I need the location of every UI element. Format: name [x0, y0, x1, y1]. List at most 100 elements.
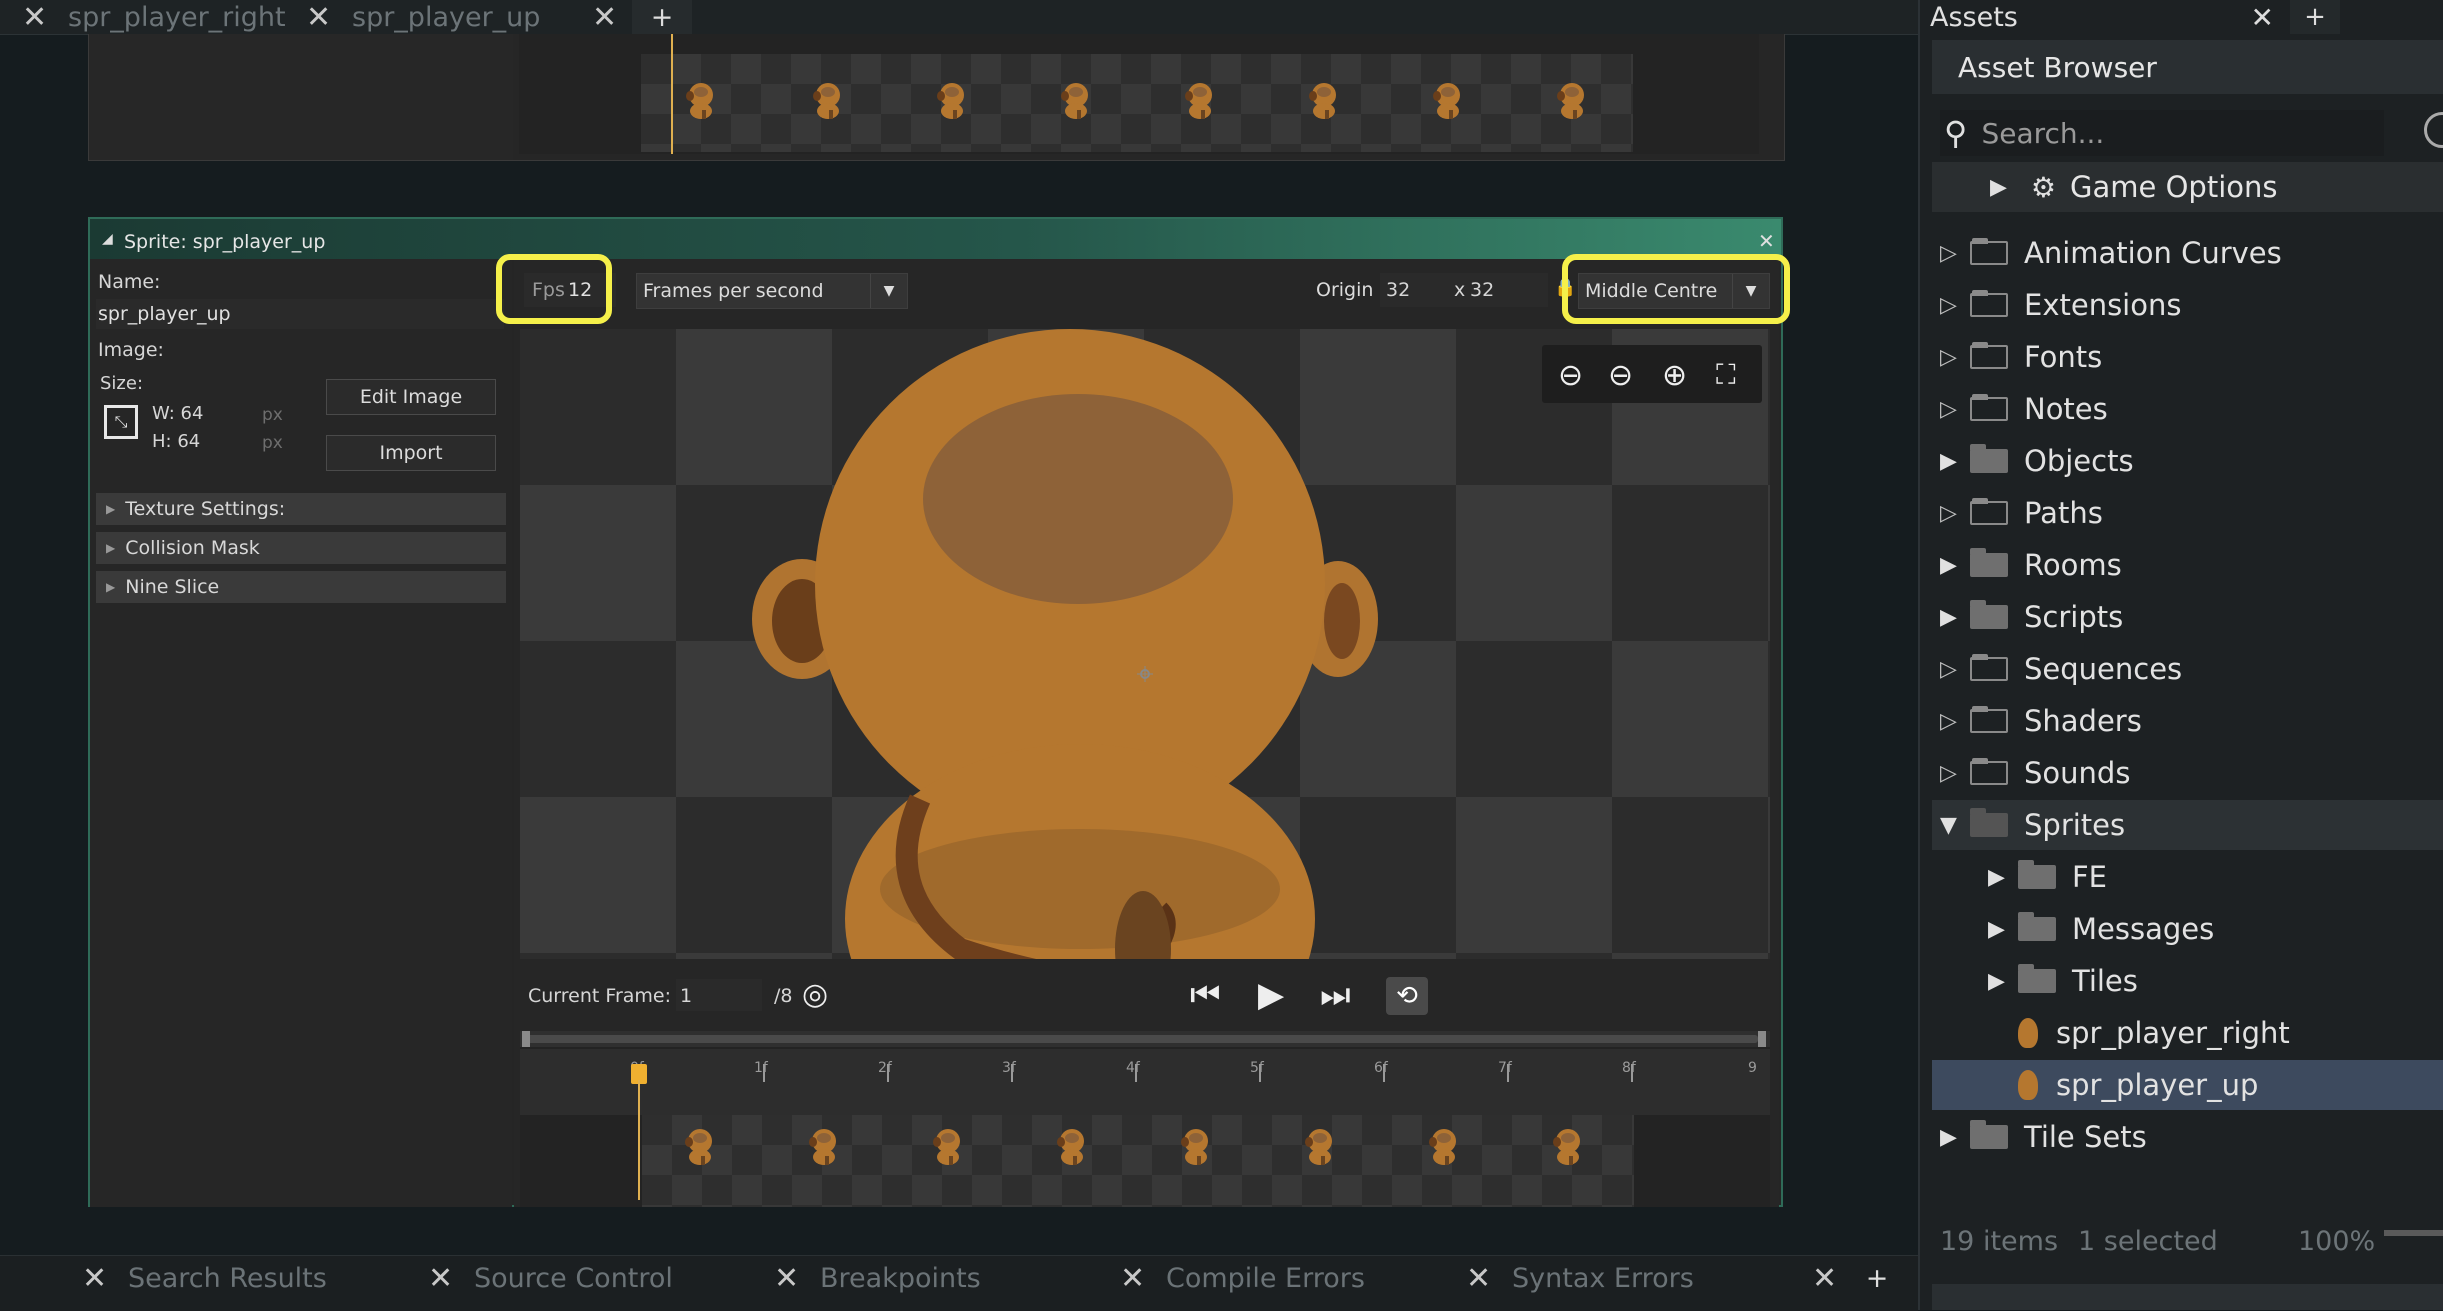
- asset-tree-item[interactable]: ▶ Objects: [1940, 436, 2134, 486]
- asset-tree-item[interactable]: ▷ Sounds: [1940, 748, 2130, 798]
- close-icon[interactable]: ✕: [1120, 1261, 1145, 1296]
- asset-tree-item[interactable]: ▶ Rooms: [1940, 540, 2122, 590]
- current-frame-field[interactable]: 1: [676, 979, 762, 1011]
- bottom-tab-close[interactable]: ✕: [1466, 1257, 1491, 1299]
- asset-tree-item[interactable]: ▶ Tiles: [1988, 956, 2138, 1006]
- resize-icon[interactable]: ⤡: [104, 405, 138, 439]
- frame-thumbnail[interactable]: [1304, 1128, 1336, 1166]
- bottom-tab-close[interactable]: ✕: [774, 1257, 799, 1299]
- asset-tree-item[interactable]: ▷ Extensions: [1940, 280, 2181, 330]
- frame-thumbnail[interactable]: [1552, 1128, 1584, 1166]
- frame-thumbnail[interactable]: [932, 1128, 964, 1166]
- loop-toggle[interactable]: ⟲: [1386, 977, 1428, 1015]
- asset-tree-item[interactable]: ▷ Animation Curves: [1940, 228, 2282, 278]
- zoom-in-icon[interactable]: ⊕: [1662, 358, 1687, 393]
- skip-forward-icon[interactable]: ⏭: [1320, 975, 1351, 1015]
- expand-arrow-icon[interactable]: ▷: [1940, 241, 1970, 266]
- bottom-new-tab[interactable]: +: [1852, 1257, 1902, 1299]
- expand-arrow-icon[interactable]: ▶: [1940, 449, 1970, 474]
- collapse-icon[interactable]: ◢: [102, 231, 113, 247]
- asset-tree-item[interactable]: ▶ Messages: [1988, 904, 2214, 954]
- sprite-canvas[interactable]: ⊖ ⊖ ⊕ ⛶: [520, 329, 1770, 959]
- timeline-scrollbar[interactable]: [520, 1031, 1770, 1047]
- chevron-down-icon[interactable]: ▼: [1940, 813, 1970, 838]
- asset-tree-item[interactable]: ▷ Shaders: [1940, 696, 2142, 746]
- frame-thumbnail[interactable]: [1184, 82, 1216, 120]
- asset-tree-item[interactable]: ▶ FE: [1988, 852, 2107, 902]
- bottom-tab-search-results[interactable]: Search Results: [128, 1257, 327, 1299]
- tab-close[interactable]: ✕: [592, 0, 617, 35]
- frame-thumbnail[interactable]: [1308, 82, 1340, 120]
- asset-tree-item[interactable]: ▷ Paths: [1940, 488, 2103, 538]
- close-icon[interactable]: ✕: [22, 0, 47, 35]
- tab-close[interactable]: ✕: [306, 0, 331, 35]
- frame-thumbnail[interactable]: [1180, 1128, 1212, 1166]
- asset-tree-item[interactable]: spr_player_right: [1988, 1008, 2290, 1058]
- expand-arrow-icon[interactable]: ▷: [1940, 345, 1970, 370]
- onion-skin-icon[interactable]: ◎: [802, 977, 828, 1012]
- bottom-tab-close[interactable]: ✕: [1812, 1257, 1837, 1299]
- tab-close[interactable]: ✕: [22, 0, 47, 35]
- expand-arrow-icon[interactable]: ▶: [1988, 865, 2018, 890]
- collision-mask-section[interactable]: ▶ Collision Mask: [96, 532, 506, 564]
- skip-back-icon[interactable]: ⏮: [1190, 975, 1221, 1015]
- zoom-slider[interactable]: [2384, 1230, 2443, 1236]
- asset-tree-item[interactable]: ▷ Notes: [1940, 384, 2108, 434]
- assets-tab[interactable]: Assets ✕: [1930, 0, 2282, 34]
- expand-arrow-icon[interactable]: ▶: [1988, 917, 2018, 942]
- close-icon[interactable]: ✕: [2251, 1, 2274, 34]
- frame-thumbnail[interactable]: [812, 82, 844, 120]
- expand-arrow-icon[interactable]: ▷: [1940, 657, 1970, 682]
- name-field[interactable]: spr_player_up: [96, 299, 504, 329]
- asset-tree-item[interactable]: ▶ Scripts: [1940, 592, 2123, 642]
- fit-to-screen-icon[interactable]: ⛶: [1716, 358, 1736, 392]
- close-icon[interactable]: ✕: [1758, 229, 1775, 253]
- close-icon[interactable]: ✕: [774, 1261, 799, 1296]
- scrollbar-handle-right[interactable]: [1758, 1031, 1766, 1047]
- frame-thumbnail[interactable]: [684, 1128, 716, 1166]
- expand-arrow-icon[interactable]: ▶: [1940, 1125, 1970, 1150]
- frame-thumbnail[interactable]: [1056, 1128, 1088, 1166]
- expand-arrow-icon[interactable]: ▶: [1988, 969, 2018, 994]
- texture-settings-section[interactable]: ▶ Texture Settings:: [96, 493, 506, 525]
- expand-arrow-icon[interactable]: ▶: [1940, 553, 1970, 578]
- close-icon[interactable]: ✕: [592, 0, 617, 35]
- frame-thumbnail[interactable]: [936, 82, 968, 120]
- nine-slice-section[interactable]: ▶ Nine Slice: [96, 571, 506, 603]
- expand-arrow-icon[interactable]: ▷: [1940, 397, 1970, 422]
- fps-mode-select[interactable]: Frames per second ▼: [636, 273, 908, 309]
- scrollbar-handle-left[interactable]: [522, 1031, 530, 1047]
- game-options-row[interactable]: ▶ ⚙ Game Options: [1932, 162, 2443, 212]
- bottom-tab-syntax-errors[interactable]: Syntax Errors: [1512, 1257, 1694, 1299]
- tab-spr-player-right[interactable]: spr_player_right: [68, 0, 286, 34]
- close-icon[interactable]: ✕: [428, 1261, 453, 1296]
- zoom-reset-icon[interactable]: ⊖: [1558, 358, 1583, 393]
- expand-arrow-icon[interactable]: ▷: [1940, 709, 1970, 734]
- origin-y-field[interactable]: 32: [1468, 273, 1548, 307]
- asset-search[interactable]: ⚲ Search...: [1940, 110, 2384, 156]
- bottom-tab-breakpoints[interactable]: Breakpoints: [820, 1257, 981, 1299]
- play-icon[interactable]: ▶: [1258, 975, 1284, 1015]
- close-icon[interactable]: ✕: [306, 0, 331, 35]
- frame-thumbnail[interactable]: [1428, 1128, 1460, 1166]
- new-tab-button[interactable]: +: [632, 0, 692, 34]
- close-icon[interactable]: ✕: [1812, 1261, 1837, 1296]
- bottom-tab-close[interactable]: ✕: [428, 1257, 453, 1299]
- asset-tree-item[interactable]: ▼ Sprites: [1940, 800, 2125, 850]
- bottom-tab-source-control[interactable]: Source Control: [474, 1257, 673, 1299]
- frame-thumbnail[interactable]: [1432, 82, 1464, 120]
- expand-arrow-icon[interactable]: ▶: [1940, 605, 1970, 630]
- close-icon[interactable]: ✕: [1466, 1261, 1491, 1296]
- close-icon[interactable]: ✕: [82, 1261, 107, 1296]
- expand-arrow-icon[interactable]: ▷: [1940, 761, 1970, 786]
- frame-thumbnail[interactable]: [1060, 82, 1092, 120]
- window-header[interactable]: ◢ Sprite: spr_player_up ✕: [90, 219, 1781, 259]
- zoom-out-icon[interactable]: ⊖: [1608, 358, 1633, 393]
- asset-tree-item[interactable]: ▷ Fonts: [1940, 332, 2102, 382]
- edit-image-button[interactable]: Edit Image: [326, 379, 496, 415]
- frame-thumbnail[interactable]: [685, 82, 717, 120]
- asset-tree-item[interactable]: ▷ Sequences: [1940, 644, 2182, 694]
- frame-thumbnail[interactable]: [1556, 82, 1588, 120]
- asset-tree-item[interactable]: spr_player_up: [1988, 1060, 2258, 1110]
- bottom-tab-compile-errors[interactable]: Compile Errors: [1166, 1257, 1365, 1299]
